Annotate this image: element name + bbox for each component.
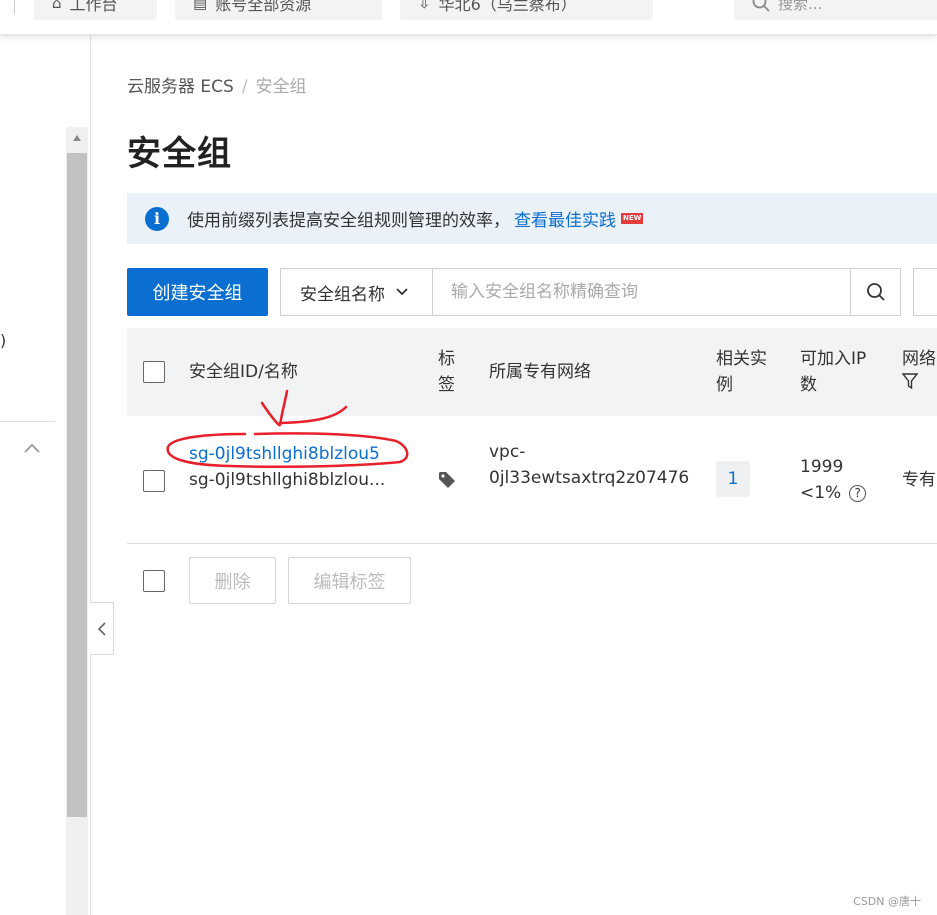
page-title: 安全组	[127, 134, 232, 174]
security-group-name: sg-0jl9tshllghi8blzlou...	[189, 470, 386, 490]
region-selector[interactable]: ⇩ 华北6（乌兰察布）	[400, 0, 653, 20]
create-security-group-button[interactable]: 创建安全组	[127, 268, 268, 316]
security-group-search-input[interactable]	[432, 268, 851, 316]
security-group-id-link[interactable]: sg-0jl9tshllghi8blzlou5	[189, 441, 380, 467]
header-tag: 标 签	[438, 349, 455, 395]
filter-field-label: 安全组名称	[300, 284, 385, 305]
toolbar-extra-button[interactable]	[913, 268, 937, 316]
info-icon: i	[145, 206, 169, 231]
search-icon	[752, 0, 770, 12]
filter-icon[interactable]	[901, 372, 936, 398]
breadcrumb-separator: /	[241, 77, 248, 97]
bulk-select-checkbox[interactable]	[143, 570, 165, 592]
ip-usage: <1%?	[800, 480, 867, 506]
left-sidebar: )	[0, 35, 91, 915]
instances-count-badge[interactable]: 1	[716, 461, 750, 497]
ip-count: 1999	[800, 457, 844, 477]
new-badge: NEW	[621, 213, 644, 224]
breadcrumb-parent[interactable]: 云服务器 ECS	[127, 77, 234, 97]
chevron-left-icon	[97, 621, 106, 636]
network-type: 专有	[902, 470, 936, 490]
home-icon: ⌂	[52, 0, 62, 12]
header-network-type: 网络	[901, 346, 936, 398]
help-icon[interactable]: ?	[849, 484, 867, 502]
search-icon	[866, 283, 885, 301]
scroll-up-arrow-icon[interactable]	[66, 127, 88, 149]
delete-button[interactable]: 删除	[189, 557, 276, 604]
breadcrumb-current: 安全组	[255, 77, 307, 97]
header-id-name: 安全组ID/名称	[189, 362, 298, 382]
sidebar-truncated-text: )	[0, 331, 7, 350]
notice-text: 使用前缀列表提高安全组规则管理的效率，	[187, 211, 510, 231]
table-header: 安全组ID/名称 标 签 所属专有网络 相关实 例 可加入IP 数 网络	[127, 328, 937, 417]
sidebar-divider	[0, 421, 55, 422]
breadcrumb: 云服务器 ECS / 安全组	[127, 72, 307, 97]
header-vpc: 所属专有网络	[489, 362, 591, 382]
table-row: sg-0jl9tshllghi8blzlou5 sg-0jl9tshllghi8…	[127, 416, 937, 544]
vpc-id-line1: vpc-	[489, 442, 526, 462]
location-icon: ⇩	[418, 0, 431, 12]
top-divider	[14, 0, 15, 14]
info-notice: i 使用前缀列表提高安全组规则管理的效率， 查看最佳实践 NEW	[127, 193, 937, 244]
ip-percent: <1%	[800, 483, 842, 503]
all-resources-button[interactable]: ▤ 账号全部资源	[175, 0, 382, 20]
collapse-sidebar-button[interactable]	[90, 602, 114, 655]
chevron-down-icon	[396, 288, 408, 296]
global-search[interactable]: 搜索...	[734, 0, 937, 20]
tag-icon[interactable]	[438, 471, 456, 493]
resources-icon: ▤	[193, 0, 208, 12]
filter-field-select[interactable]: 安全组名称	[280, 268, 433, 316]
workbench-button[interactable]: ⌂ 工作台	[34, 0, 157, 20]
chevron-up-icon[interactable]	[22, 439, 42, 459]
top-navbar: ⌂ 工作台 ▤ 账号全部资源 ⇩ 华北6（乌兰察布） 搜索...	[0, 0, 937, 35]
select-all-checkbox[interactable]	[143, 361, 165, 383]
scrollbar-thumb[interactable]	[67, 153, 87, 817]
watermark: CSDN @唐十	[853, 895, 921, 908]
row-checkbox[interactable]	[143, 470, 165, 492]
search-button[interactable]	[850, 268, 901, 316]
vpc-id-line2: 0jl33ewtsaxtrq2z07476	[489, 468, 690, 488]
header-ip-count: 可加入IP 数	[800, 349, 867, 395]
best-practice-link[interactable]: 查看最佳实践	[514, 206, 616, 231]
header-instances: 相关实 例	[716, 349, 767, 395]
edit-tags-button[interactable]: 编辑标签	[288, 557, 411, 604]
